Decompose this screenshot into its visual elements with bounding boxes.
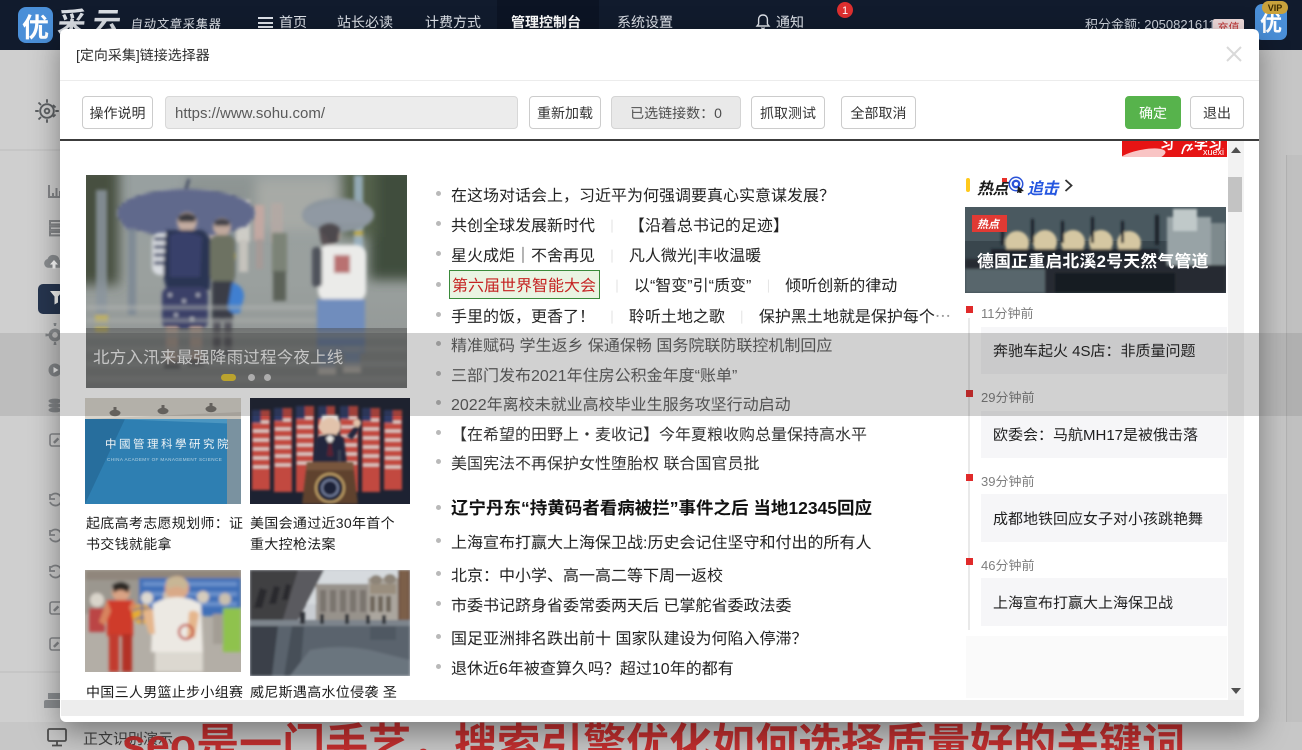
svg-text:德国正重启北溪2号天然气管道: 德国正重启北溪2号天然气管道 bbox=[977, 248, 1209, 272]
svg-text:中國管理科學研究院: 中國管理科學研究院 bbox=[105, 436, 231, 452]
svg-text:热点: 热点 bbox=[977, 216, 1001, 232]
svg-text:CHINA ACADEMY OF MANAGEMENT SC: CHINA ACADEMY OF MANAGEMENT SCIENCE bbox=[107, 457, 222, 462]
